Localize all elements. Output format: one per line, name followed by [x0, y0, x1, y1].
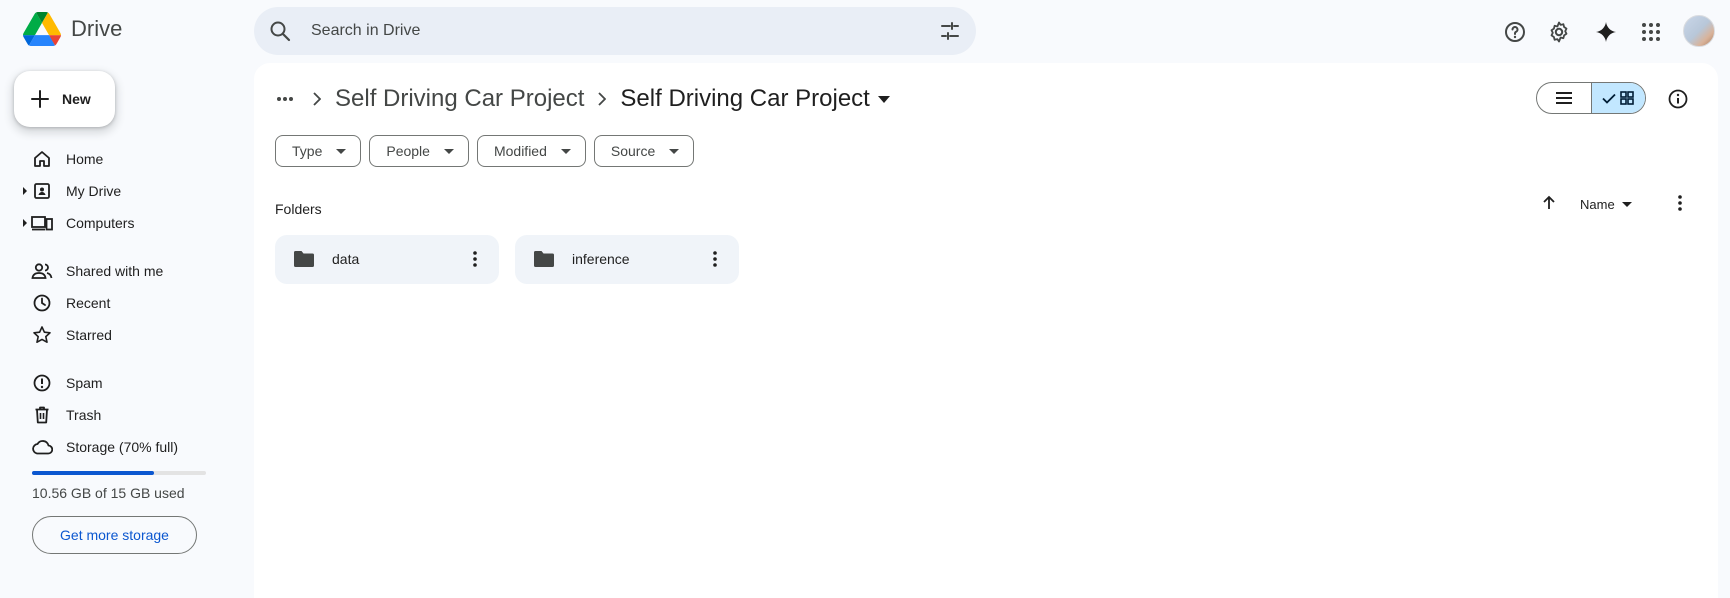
sidebar-item-starred[interactable]: Starred: [0, 319, 240, 351]
folder-icon: [294, 251, 314, 267]
sort-direction-arrow-up-icon[interactable]: [1529, 183, 1569, 223]
clock-icon: [31, 292, 53, 314]
storage-progress-fill: [32, 471, 154, 475]
expand-caret-icon[interactable]: [22, 187, 28, 195]
folder-icon: [534, 251, 554, 267]
my-drive-icon: [31, 180, 53, 202]
chevron-down-icon: [560, 148, 571, 154]
sort-by-button[interactable]: Name: [1580, 197, 1632, 212]
main-content: Self Driving Car Project Self Driving Ca…: [254, 63, 1718, 598]
folder-card-inference[interactable]: inference: [515, 235, 739, 284]
filter-source-chip[interactable]: Source: [593, 135, 695, 167]
folder-name: inference: [572, 251, 630, 267]
folder-more-options-icon[interactable]: [463, 247, 487, 271]
trash-icon: [31, 404, 53, 426]
search-icon[interactable]: [268, 19, 292, 43]
sidebar-item-shared-with-me[interactable]: Shared with me: [0, 255, 240, 287]
sidebar-item-label: Home: [66, 151, 104, 167]
help-icon[interactable]: [1495, 12, 1535, 52]
breadcrumb-more-icon[interactable]: [271, 85, 299, 113]
chevron-down-icon: [669, 148, 680, 154]
dropdown-caret-icon[interactable]: [877, 95, 890, 103]
folder-name: data: [332, 251, 360, 267]
home-icon: [31, 148, 53, 170]
breadcrumb-chevron-icon: [598, 92, 607, 106]
computers-icon: [31, 212, 53, 234]
breadcrumb-current[interactable]: Self Driving Car Project: [620, 85, 869, 113]
sidebar-item-my-drive[interactable]: My Drive: [0, 175, 240, 207]
sidebar-item-recent[interactable]: Recent: [0, 287, 240, 319]
app-name: Drive: [71, 16, 123, 41]
shared-icon: [31, 260, 53, 282]
sidebar-item-computers[interactable]: Computers: [0, 207, 240, 239]
sidebar-item-label: Storage (70% full): [66, 439, 179, 455]
expand-caret-icon[interactable]: [22, 219, 28, 227]
drive-logo[interactable]: Drive: [23, 12, 122, 46]
sidebar-item-label: Trash: [66, 407, 102, 423]
search-input[interactable]: Search in Drive: [311, 22, 420, 40]
sidebar-item-label: Shared with me: [66, 263, 164, 279]
sort-by-label: Name: [1580, 197, 1615, 212]
breadcrumb-chevron-icon: [313, 92, 321, 106]
filter-people-chip[interactable]: People: [369, 135, 469, 167]
top-bar: Drive Search in Drive: [0, 0, 1730, 62]
chevron-down-icon: [336, 148, 347, 154]
breadcrumb-parent[interactable]: Self Driving Car Project: [335, 85, 584, 113]
chip-label: Source: [610, 143, 656, 159]
sidebar-item-home[interactable]: Home: [0, 143, 240, 175]
folder-card-data[interactable]: data: [275, 235, 499, 284]
sidebar-item-label: Starred: [66, 327, 112, 343]
folder-more-options-icon[interactable]: [703, 247, 727, 271]
view-toggle: [1536, 82, 1646, 114]
get-more-storage-button[interactable]: Get more storage: [32, 516, 197, 554]
folders-section-title: Folders: [275, 201, 322, 217]
gemini-sparkle-icon[interactable]: [1586, 12, 1626, 52]
chip-label: Type: [292, 143, 323, 159]
list-icon: [1555, 92, 1572, 104]
details-info-icon[interactable]: [1658, 79, 1698, 119]
star-icon: [31, 324, 53, 346]
spam-icon: [31, 372, 53, 394]
account-avatar[interactable]: [1683, 15, 1715, 47]
search-options-icon[interactable]: [938, 19, 962, 43]
sidebar-item-spam[interactable]: Spam: [0, 367, 240, 399]
breadcrumb: Self Driving Car Project Self Driving Ca…: [271, 81, 890, 117]
grid-icon: [1620, 91, 1635, 105]
sidebar-item-storage[interactable]: Storage (70% full): [0, 431, 240, 463]
sidebar-item-label: Recent: [66, 295, 111, 311]
sidebar-item-label: My Drive: [66, 183, 122, 199]
list-view-button[interactable]: [1537, 83, 1591, 113]
chip-label: Modified: [493, 143, 547, 159]
google-drive-logo-icon: [23, 12, 61, 46]
sidebar-item-trash[interactable]: Trash: [0, 399, 240, 431]
apps-grid-icon[interactable]: [1631, 12, 1671, 52]
filter-chips: Type People Modified Source: [275, 135, 695, 167]
more-options-icon[interactable]: [1660, 183, 1700, 223]
storage-usage-text: 10.56 GB of 15 GB used: [32, 485, 185, 501]
search-bar[interactable]: Search in Drive: [254, 7, 976, 55]
sidebar-item-label: Spam: [66, 375, 103, 391]
checkmark-icon: [1602, 93, 1617, 104]
chevron-down-icon: [1621, 202, 1632, 207]
chip-label: People: [386, 143, 430, 159]
storage-progress-bar: [32, 471, 206, 475]
new-button-label: New: [62, 91, 91, 107]
sidebar-item-label: Computers: [66, 215, 135, 231]
settings-icon[interactable]: [1539, 12, 1579, 52]
new-button[interactable]: New: [14, 71, 115, 127]
cloud-icon: [31, 436, 53, 458]
chevron-down-icon: [443, 148, 454, 154]
plus-icon: [31, 90, 49, 108]
grid-view-button[interactable]: [1590, 83, 1645, 113]
filter-type-chip[interactable]: Type: [275, 135, 362, 167]
filter-modified-chip[interactable]: Modified: [476, 135, 586, 167]
